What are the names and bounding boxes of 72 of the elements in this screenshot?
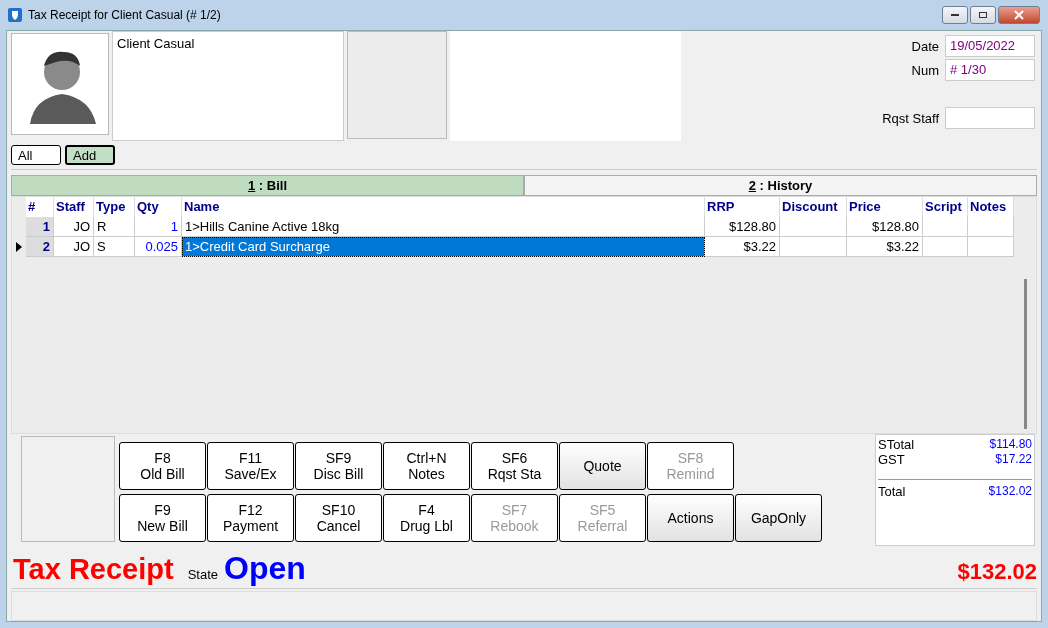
action-button[interactable]: SF6 Rqst Sta [471,442,558,490]
filter-button[interactable]: All [11,145,61,165]
table-cell: 1>Hills Canine Active 18kg [182,217,705,237]
scrollbar[interactable] [1024,279,1027,429]
total-label: GST [878,452,905,467]
table-cell [923,217,968,237]
column-header[interactable]: # [26,197,54,217]
column-header[interactable]: Price [847,197,923,217]
column-header[interactable]: Notes [968,197,1014,217]
table-cell: R [94,217,135,237]
table-cell: 1 [135,217,182,237]
table-cell [780,237,847,257]
table-cell: $128.80 [705,217,780,237]
table-cell [780,217,847,237]
action-button[interactable]: Actions [647,494,734,542]
column-header[interactable]: Script [923,197,968,217]
table-cell [968,217,1014,237]
action-button[interactable]: F12 Payment [207,494,294,542]
input-field[interactable] [945,107,1035,129]
document-type: Tax Receipt [13,553,174,586]
tab[interactable]: 1 : Bill [11,175,524,196]
action-button[interactable]: SF9 Disc Bill [295,442,382,490]
table-cell: JO [54,217,94,237]
table-cell: JO [54,237,94,257]
minimize-button[interactable] [942,6,968,24]
close-button[interactable] [998,6,1040,24]
shield-icon [8,8,22,22]
table-cell: S [94,237,135,257]
field-label: Num [911,62,939,78]
close-icon [1014,10,1024,20]
column-header[interactable]: Type [94,197,135,217]
table-cell: $128.80 [847,217,923,237]
filter-button[interactable]: Add [65,145,115,165]
column-header[interactable]: Discount [780,197,847,217]
table-cell: 0.025 [135,237,182,257]
total-label: Total [878,484,906,499]
total-value: $132.02 [988,484,1032,499]
action-button[interactable]: Ctrl+N Notes [383,442,470,490]
action-button[interactable]: F4 Drug Lbl [383,494,470,542]
action-button[interactable]: Quote [559,442,646,490]
tab[interactable]: 2 : History [524,175,1037,196]
maximize-icon [978,11,988,19]
total-value: $114.80 [989,437,1032,452]
field-label: Rqst Staff [882,110,939,126]
window-title: Tax Receipt for Client Casual (# 1/2) [28,8,221,22]
total-amount: $132.02 [957,559,1037,585]
field-label: Date [911,38,939,54]
total-label: STotal [878,437,915,452]
state-value: Open [224,550,306,587]
action-button[interactable]: SF10 Cancel [295,494,382,542]
minimize-icon [950,13,960,17]
column-header[interactable]: RRP [705,197,780,217]
column-header[interactable]: Qty [135,197,182,217]
maximize-button[interactable] [970,6,996,24]
input-field[interactable]: 19/05/2022 [945,35,1035,57]
action-button[interactable]: F8 Old Bill [119,442,206,490]
table-cell: 1>Credit Card Surcharge [182,237,705,257]
action-button[interactable]: F9 New Bill [119,494,206,542]
table-cell: $3.22 [705,237,780,257]
client-name: Client Casual [117,36,195,51]
total-value: $17.22 [995,452,1032,467]
table-cell: $3.22 [847,237,923,257]
table-cell [923,237,968,257]
action-button[interactable]: GapOnly [735,494,822,542]
table-cell: 2 [26,237,54,257]
state-label: State [187,567,218,582]
table-cell [968,237,1014,257]
action-button[interactable]: F11 Save/Ex [207,442,294,490]
input-field[interactable]: # 1/30 [945,59,1035,81]
column-header[interactable]: Staff [54,197,94,217]
column-header[interactable]: Name [182,197,705,217]
table-cell: 1 [26,217,54,237]
